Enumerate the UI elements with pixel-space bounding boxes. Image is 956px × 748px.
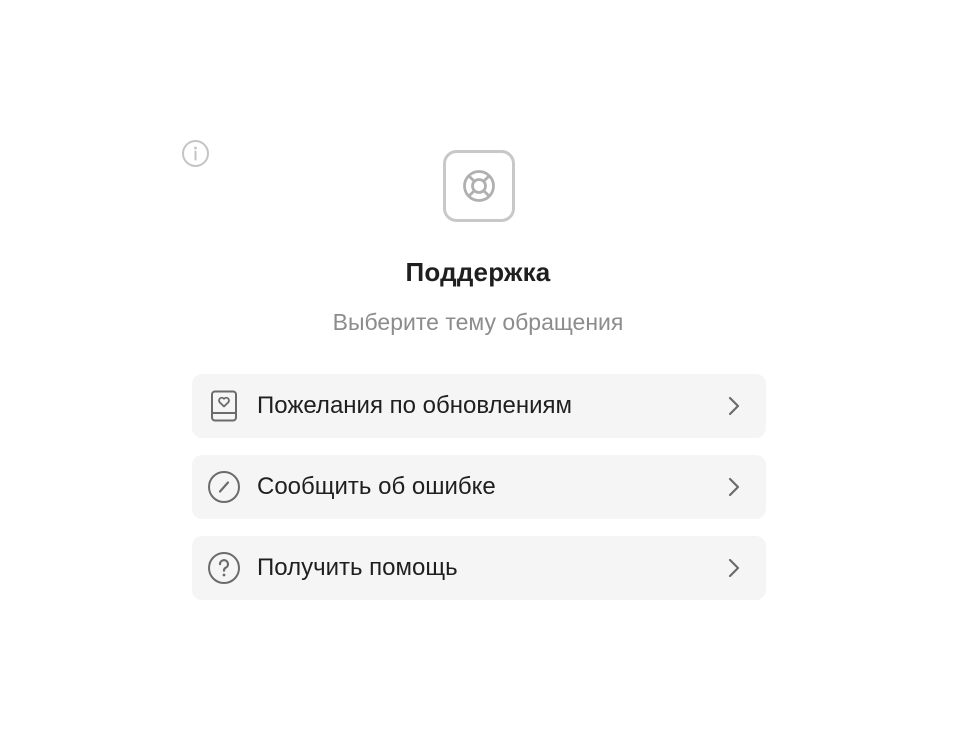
chevron-right-icon xyxy=(726,394,742,418)
menu-item-label: Получить помощь xyxy=(257,554,458,581)
menu-item-get-help[interactable]: Получить помощь xyxy=(192,536,766,600)
lifebuoy-icon xyxy=(443,150,515,222)
question-circle-icon xyxy=(207,551,241,585)
chevron-right-icon xyxy=(726,556,742,580)
menu-item-label: Сообщить об ошибке xyxy=(257,473,496,500)
chevron-right-icon xyxy=(726,475,742,499)
slash-circle-icon xyxy=(207,470,241,504)
support-topics-list: Пожелания по обновлениям Сообщить об оши… xyxy=(192,374,766,617)
book-heart-icon xyxy=(207,389,241,423)
menu-item-feature-requests[interactable]: Пожелания по обновлениям xyxy=(192,374,766,438)
info-icon[interactable] xyxy=(181,139,210,168)
page-title: Поддержка xyxy=(405,257,551,287)
page-subtitle: Выберите тему обращения xyxy=(332,309,624,335)
menu-item-label: Пожелания по обновлениям xyxy=(257,392,573,419)
support-page: Поддержка Выберите тему обращения Пожела… xyxy=(0,0,956,748)
menu-item-report-bug[interactable]: Сообщить об ошибке xyxy=(192,455,766,519)
